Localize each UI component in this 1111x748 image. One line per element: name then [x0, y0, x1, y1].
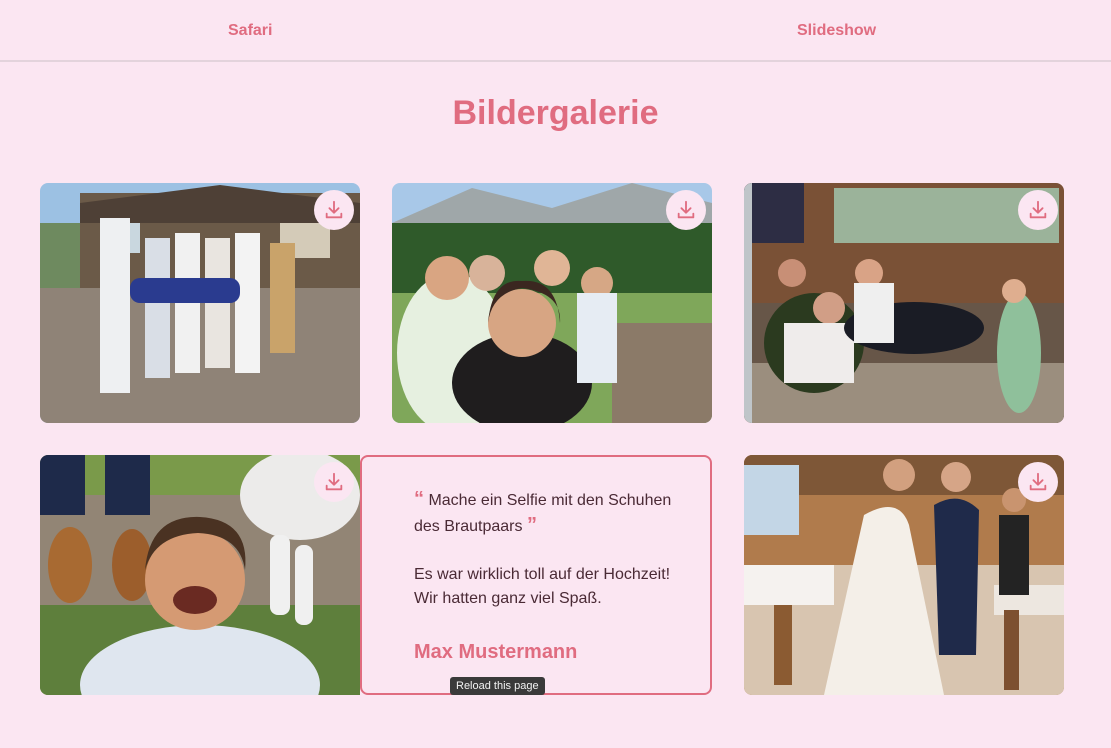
page-title: Bildergalerie: [452, 94, 659, 132]
nav-safari-link[interactable]: Safari: [228, 22, 272, 40]
photo-shoes-selfie: [40, 455, 360, 695]
nav-slideshow-link[interactable]: Slideshow: [797, 22, 876, 40]
gallery-item-4[interactable]: [40, 455, 360, 695]
close-quote-icon: ”: [526, 514, 537, 536]
download-button[interactable]: [1018, 190, 1058, 230]
download-icon: [325, 200, 343, 219]
photo-selfie-mountains: [392, 183, 712, 423]
top-nav: Safari Slideshow: [0, 0, 1111, 62]
download-button[interactable]: [314, 190, 354, 230]
gallery-item-1[interactable]: [40, 183, 360, 423]
download-button[interactable]: [1018, 462, 1058, 502]
gallery-item-2[interactable]: [392, 183, 712, 423]
download-icon: [1029, 200, 1047, 219]
download-button[interactable]: [666, 190, 706, 230]
open-quote-icon: “: [414, 488, 424, 510]
quote-body-line-1: Es war wirklich toll auf der Hochzeit!: [414, 566, 671, 583]
gallery-item-3[interactable]: [744, 183, 1064, 423]
quote-body-line-2: Wir hatten ganz viel Spaß.: [414, 590, 602, 607]
download-icon: [1029, 472, 1047, 491]
quote-text: “ Mache ein Selfie mit den Schuhen des B…: [414, 487, 694, 539]
tooltip-reload: Reload this page: [450, 677, 545, 695]
quote-author: Max Mustermann: [414, 641, 578, 663]
quote-text-content: Mache ein Selfie mit den Schuhen des Bra…: [414, 492, 672, 535]
photo-group-lift: [40, 183, 360, 423]
download-icon: [325, 472, 343, 491]
download-button[interactable]: [314, 462, 354, 502]
download-icon: [677, 200, 695, 219]
photo-musicians-bar: [744, 183, 1064, 423]
quote-body: Es war wirklich toll auf der Hochzeit! W…: [414, 563, 694, 611]
photo-bride-guest: [744, 455, 1064, 695]
quote-card: “ Mache ein Selfie mit den Schuhen des B…: [360, 455, 712, 695]
gallery-item-5[interactable]: [744, 455, 1064, 695]
